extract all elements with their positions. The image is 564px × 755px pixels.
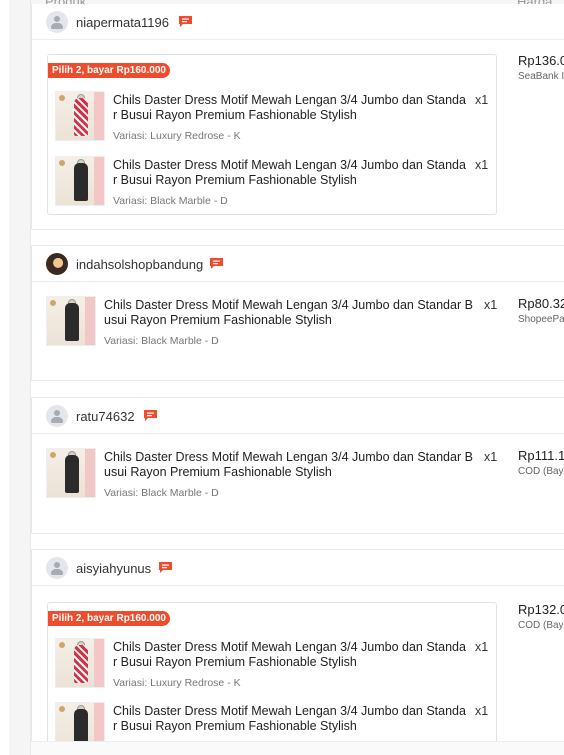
bundle-promo-badge: Pilih 2, bayar Rp160.000 xyxy=(48,611,170,626)
order-total-price: Rp111.1 xyxy=(518,448,564,463)
chat-bubble-icon[interactable] xyxy=(158,561,173,574)
order-total-price: Rp80.32 xyxy=(518,296,564,311)
bundle-promo-badge: Pilih 2, bayar Rp160.000 xyxy=(48,63,170,78)
order-item[interactable]: Chils Daster Dress Motif Mewah Lengan 3/… xyxy=(55,91,495,146)
item-variant: Variasi: Black Marble - D xyxy=(104,487,219,499)
product-title[interactable]: Chils Daster Dress Motif Mewah Lengan 3/… xyxy=(113,704,466,734)
user-avatar-icon[interactable] xyxy=(46,253,68,275)
payment-method: COD (Bay xyxy=(518,466,564,477)
item-quantity: x1 xyxy=(475,704,489,718)
item-variant: Variasi: Black Marble - D xyxy=(104,335,219,347)
price-column: Rp111.1 COD (Bay xyxy=(518,448,564,477)
order-card: aisyiahyunus Rp132.0 COD (Bay Pilih 2, b… xyxy=(31,549,564,755)
order-total-price: Rp136.0 xyxy=(518,53,564,68)
item-variant: Variasi: Black Marble - D xyxy=(113,195,228,207)
order-header: niapermata1196 xyxy=(32,4,564,40)
price-column: Rp80.32 ShopeePa xyxy=(518,296,564,325)
bundle-deal-group: Pilih 2, bayar Rp160.000 Chils Daster Dr… xyxy=(47,602,497,755)
order-item[interactable]: Chils Daster Dress Motif Mewah Lengan 3/… xyxy=(55,638,495,693)
order-header: ratu74632 xyxy=(32,398,564,434)
payment-method: SeaBank I xyxy=(518,71,564,82)
item-quantity: x1 xyxy=(484,450,498,464)
item-quantity: x1 xyxy=(475,158,489,172)
order-header: aisyiahyunus xyxy=(32,550,564,586)
item-quantity: x1 xyxy=(475,640,489,654)
product-title[interactable]: Chils Daster Dress Motif Mewah Lengan 3/… xyxy=(113,158,466,188)
left-gutter xyxy=(0,0,9,755)
item-quantity: x1 xyxy=(484,298,498,312)
product-title[interactable]: Chils Daster Dress Motif Mewah Lengan 3/… xyxy=(104,298,473,328)
order-item[interactable]: Chils Daster Dress Motif Mewah Lengan 3/… xyxy=(46,448,506,503)
order-header: indahsolshopbandung xyxy=(32,246,564,282)
bottom-edge xyxy=(31,741,564,755)
product-thumbnail[interactable] xyxy=(55,156,105,206)
user-avatar-icon[interactable] xyxy=(46,405,68,427)
chat-bubble-icon[interactable] xyxy=(178,15,193,28)
buyer-username[interactable]: aisyiahyunus xyxy=(76,561,151,576)
product-title[interactable]: Chils Daster Dress Motif Mewah Lengan 3/… xyxy=(113,93,466,123)
product-title[interactable]: Chils Daster Dress Motif Mewah Lengan 3/… xyxy=(113,640,466,670)
chat-bubble-icon[interactable] xyxy=(209,257,224,270)
product-thumbnail[interactable] xyxy=(46,296,96,346)
chat-bubble-icon[interactable] xyxy=(143,409,158,422)
order-card: indahsolshopbandung Rp80.32 ShopeePa Chi… xyxy=(31,245,564,381)
payment-method: ShopeePa xyxy=(518,314,564,325)
order-card: niapermata1196 Rp136.0 SeaBank I Pilih 2… xyxy=(31,4,564,230)
price-column: Rp132.0 COD (Bay xyxy=(518,602,564,631)
bundle-deal-group: Pilih 2, bayar Rp160.000 Chils Daster Dr… xyxy=(47,54,497,215)
price-column: Rp136.0 SeaBank I xyxy=(518,53,564,82)
product-thumbnail[interactable] xyxy=(55,91,105,141)
buyer-username[interactable]: indahsolshopbandung xyxy=(76,257,203,272)
product-title[interactable]: Chils Daster Dress Motif Mewah Lengan 3/… xyxy=(104,450,473,480)
item-variant: Variasi: Luxury Redrose - K xyxy=(113,130,241,142)
order-item[interactable]: Chils Daster Dress Motif Mewah Lengan 3/… xyxy=(46,296,506,351)
item-variant: Variasi: Luxury Redrose - K xyxy=(113,677,241,689)
order-item[interactable]: Chils Daster Dress Motif Mewah Lengan 3/… xyxy=(55,156,495,211)
buyer-username[interactable]: ratu74632 xyxy=(76,409,135,424)
user-avatar-icon[interactable] xyxy=(46,557,68,579)
payment-method: COD (Bay xyxy=(518,620,564,631)
buyer-username[interactable]: niapermata1196 xyxy=(76,15,169,30)
product-thumbnail[interactable] xyxy=(46,448,96,498)
product-thumbnail[interactable] xyxy=(55,638,105,688)
item-quantity: x1 xyxy=(475,93,489,107)
order-total-price: Rp132.0 xyxy=(518,602,564,617)
order-card: ratu74632 Rp111.1 COD (Bay Chils Daster … xyxy=(31,397,564,534)
user-avatar-icon[interactable] xyxy=(46,11,68,33)
